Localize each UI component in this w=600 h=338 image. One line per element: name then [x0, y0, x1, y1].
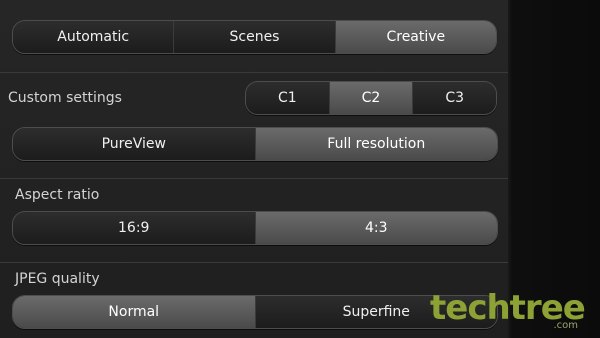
- tab-creative[interactable]: Creative: [334, 21, 496, 53]
- section-divider: [0, 72, 508, 73]
- option-4-3[interactable]: 4:3: [254, 212, 497, 244]
- option-16-9[interactable]: 16:9: [13, 212, 255, 244]
- custom-settings-selector: C1 C2 C3: [245, 81, 497, 115]
- option-normal[interactable]: Normal: [13, 296, 255, 328]
- aspect-ratio-selector: 16:9 4:3: [12, 211, 498, 245]
- resolution-selector: PureView Full resolution: [12, 127, 498, 161]
- section-divider: [0, 178, 508, 179]
- jpeg-quality-label: JPEG quality: [15, 271, 100, 287]
- mode-tabs: Automatic Scenes Creative: [12, 20, 497, 54]
- option-pureview[interactable]: PureView: [13, 128, 255, 160]
- custom-settings-label: Custom settings: [8, 90, 122, 106]
- custom-setting-c1[interactable]: C1: [246, 82, 329, 114]
- jpeg-quality-selector: Normal Superfine: [12, 295, 498, 329]
- custom-setting-c2[interactable]: C2: [328, 82, 413, 114]
- custom-setting-c3[interactable]: C3: [412, 82, 496, 114]
- option-full-resolution[interactable]: Full resolution: [254, 128, 497, 160]
- watermark-suffix: .com: [553, 320, 578, 331]
- section-divider: [0, 262, 508, 263]
- tab-automatic[interactable]: Automatic: [13, 21, 174, 53]
- tab-scenes[interactable]: Scenes: [173, 21, 335, 53]
- aspect-ratio-label: Aspect ratio: [15, 187, 100, 203]
- techtree-watermark-logo: techtree .com: [430, 290, 590, 334]
